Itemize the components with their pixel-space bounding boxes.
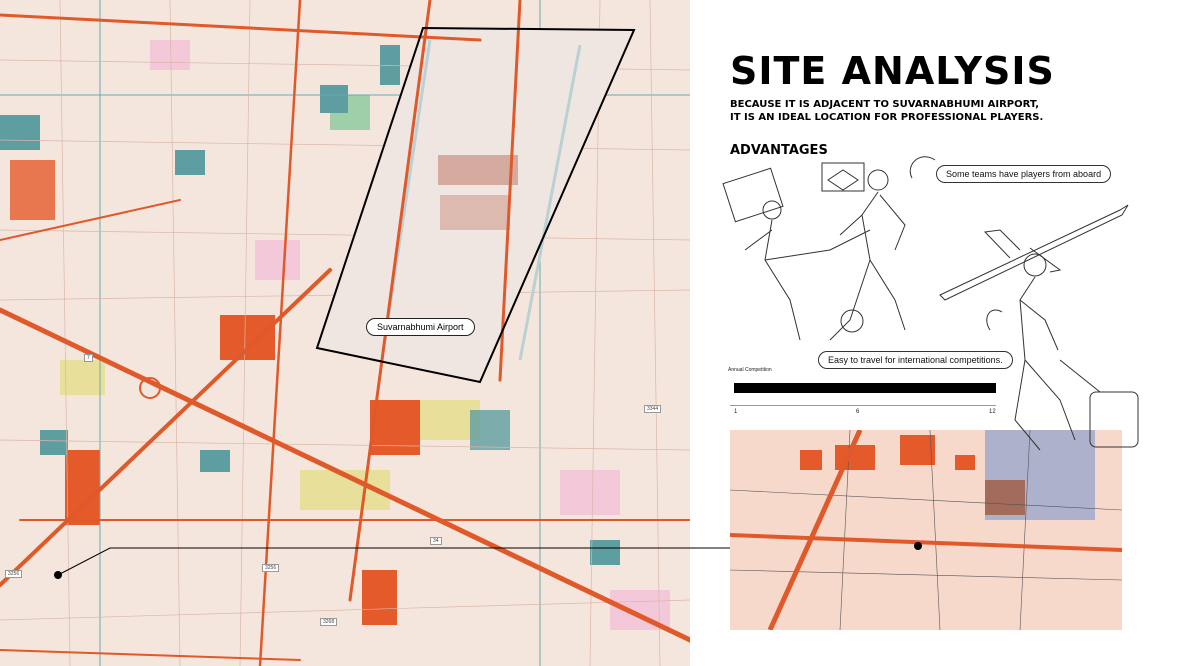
pink-zone	[255, 240, 300, 280]
annual-competition-bar	[734, 383, 996, 393]
player-head-icon	[762, 200, 782, 220]
flag-emblem-icon	[827, 169, 859, 191]
annual-competition-axis	[730, 405, 996, 406]
callout-tail	[986, 309, 1003, 331]
inset-orange-zone	[800, 450, 822, 470]
inset-canvas	[730, 430, 1122, 630]
road-number-label: 3256	[5, 570, 23, 578]
orange-zone	[10, 160, 55, 220]
area-map[interactable]: 3256 34 3256 3268 7 3344 Suvarnabhumi Ai…	[0, 0, 690, 666]
page-subtitle: BECAUSE IT IS ADJACENT TO SUVARNABHUMI A…	[730, 98, 1150, 124]
site-marker-dot[interactable]	[54, 571, 62, 579]
terminal-building	[440, 195, 510, 230]
pink-zone	[150, 40, 190, 70]
travel-callout: Easy to travel for international competi…	[818, 351, 1013, 369]
kicking-player-icon	[744, 219, 871, 341]
inset-orange-zone	[900, 435, 935, 465]
orange-zone	[370, 400, 420, 455]
inset-site-marker[interactable]	[914, 542, 922, 550]
player-head-icon	[867, 169, 889, 191]
running-player-icon	[829, 191, 906, 341]
axis-tick-label: 1	[734, 409, 738, 415]
airport-grounds	[317, 28, 634, 382]
water-body	[40, 430, 68, 455]
water-body	[590, 540, 620, 565]
traveler-body-icon	[1014, 276, 1076, 451]
road-number-label: 3344	[644, 405, 662, 413]
terminal-building	[438, 155, 518, 185]
flag-icon	[821, 162, 865, 192]
water-body	[470, 410, 510, 450]
road-number-label: 3256	[262, 564, 280, 572]
road-number-label: 3268	[320, 618, 338, 626]
map-canvas	[0, 0, 690, 666]
traveler-head-icon	[1023, 253, 1047, 277]
road-south	[0, 649, 301, 661]
inset-main-road	[730, 533, 1122, 552]
annual-competition-caption: Annual Competition	[728, 367, 772, 373]
site-inset-map[interactable]	[730, 430, 1122, 630]
airplane-wing-icon	[983, 229, 1021, 259]
teams-callout: Some teams have players from aboard	[936, 165, 1112, 183]
road-number-label: 34	[430, 537, 442, 545]
water-body	[380, 45, 400, 85]
water-body	[320, 85, 348, 113]
players-illustration	[722, 156, 936, 341]
water-body	[0, 115, 40, 150]
road-north	[0, 13, 482, 42]
water-body	[200, 450, 230, 472]
inset-orange-zone	[955, 455, 975, 470]
pink-zone	[560, 470, 620, 515]
site-analysis-board: 3256 34 3256 3268 7 3344 Suvarnabhumi Ai…	[0, 0, 1183, 666]
subtitle-line: IT IS AN IDEAL LOCATION FOR PROFESSIONAL…	[730, 112, 1044, 123]
orange-zone	[220, 315, 275, 360]
flag-icon	[722, 167, 784, 223]
football-icon	[840, 309, 864, 333]
orange-zone	[65, 450, 100, 525]
yellow-zone	[60, 360, 105, 395]
subtitle-line: BECAUSE IT IS ADJACENT TO SUVARNABHUMI A…	[730, 99, 1040, 110]
inset-brown-zone	[985, 480, 1025, 515]
road-number-label: 7	[84, 354, 93, 362]
advantages-heading: ADVANTAGES	[730, 143, 828, 158]
airplane-illustration	[939, 204, 1129, 301]
page-title: SITE ANALYSIS	[730, 49, 1055, 93]
airplane-icon	[939, 204, 1129, 301]
orange-zone	[362, 570, 397, 625]
suitcase-handle-icon	[1059, 359, 1101, 393]
water-body	[175, 150, 205, 175]
axis-tick-label: 12	[989, 409, 996, 415]
airplane-wing-icon	[1029, 247, 1062, 273]
axis-tick-label: 6	[856, 409, 860, 415]
callout-tail	[909, 156, 936, 179]
airport-label: Suvarnabhumi Airport	[366, 318, 475, 336]
